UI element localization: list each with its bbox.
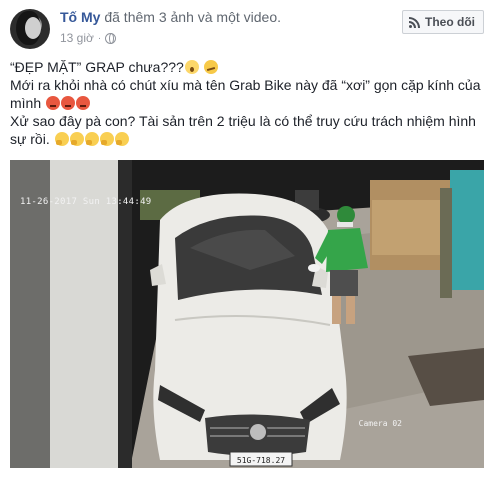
post-line-1: “ĐẸP MẶT” GRAP chưa??? <box>10 59 184 75</box>
follow-label: Theo dõi <box>425 15 475 29</box>
thinking-emoji-icon <box>99 132 114 146</box>
cctv-timestamp: 11-26-2017 Sun 13:44:49 <box>20 197 152 207</box>
angry-emoji-icon <box>76 96 91 110</box>
thinking-emoji-icon <box>84 132 99 146</box>
thinking-emoji-icon <box>114 132 129 146</box>
post-text: “ĐẸP MẶT” GRAP chưa??? Mới ra khỏi nhà c… <box>10 58 484 148</box>
post-time-row: 13 giờ · <box>60 31 117 45</box>
post-header: Tố My đã thêm 3 ảnh và một video. 13 giờ… <box>10 6 484 50</box>
cctv-camera-label: Camera 02 <box>358 419 402 428</box>
smirk-emoji-icon <box>203 60 218 74</box>
thinking-emoji-icon <box>69 132 84 146</box>
post-line-5: sự rồi. <box>10 131 50 147</box>
post-line-3: mình <box>10 95 42 111</box>
shocked-emoji-icon <box>184 60 199 74</box>
thinking-emoji-icon <box>54 132 69 146</box>
facebook-post: Tố My đã thêm 3 ảnh và một video. 13 giờ… <box>0 0 494 477</box>
angry-emoji-icon <box>61 96 76 110</box>
follow-button[interactable]: Theo dõi <box>402 10 484 34</box>
post-timestamp[interactable]: 13 giờ <box>60 31 94 45</box>
rss-icon <box>409 16 420 28</box>
license-plate-text: 51G-718.27 <box>237 456 285 465</box>
post-action-text: đã thêm 3 ảnh và một video. <box>104 9 282 25</box>
post-media-image[interactable]: 51G-718.27 11-26-2017 Sun 13:44:49 Camer… <box>10 160 484 468</box>
post-meta: Tố My đã thêm 3 ảnh và một video. <box>60 8 281 26</box>
globe-icon[interactable] <box>105 32 117 44</box>
angry-emoji-icon <box>46 96 61 110</box>
post-line-4: Xử sao đây pà con? Tài sản trên 2 triệu … <box>10 113 476 129</box>
post-line-2: Mới ra khỏi nhà có chút xíu mà tên Grab … <box>10 77 481 93</box>
author-avatar[interactable] <box>10 9 50 49</box>
author-name[interactable]: Tố My <box>60 9 100 25</box>
